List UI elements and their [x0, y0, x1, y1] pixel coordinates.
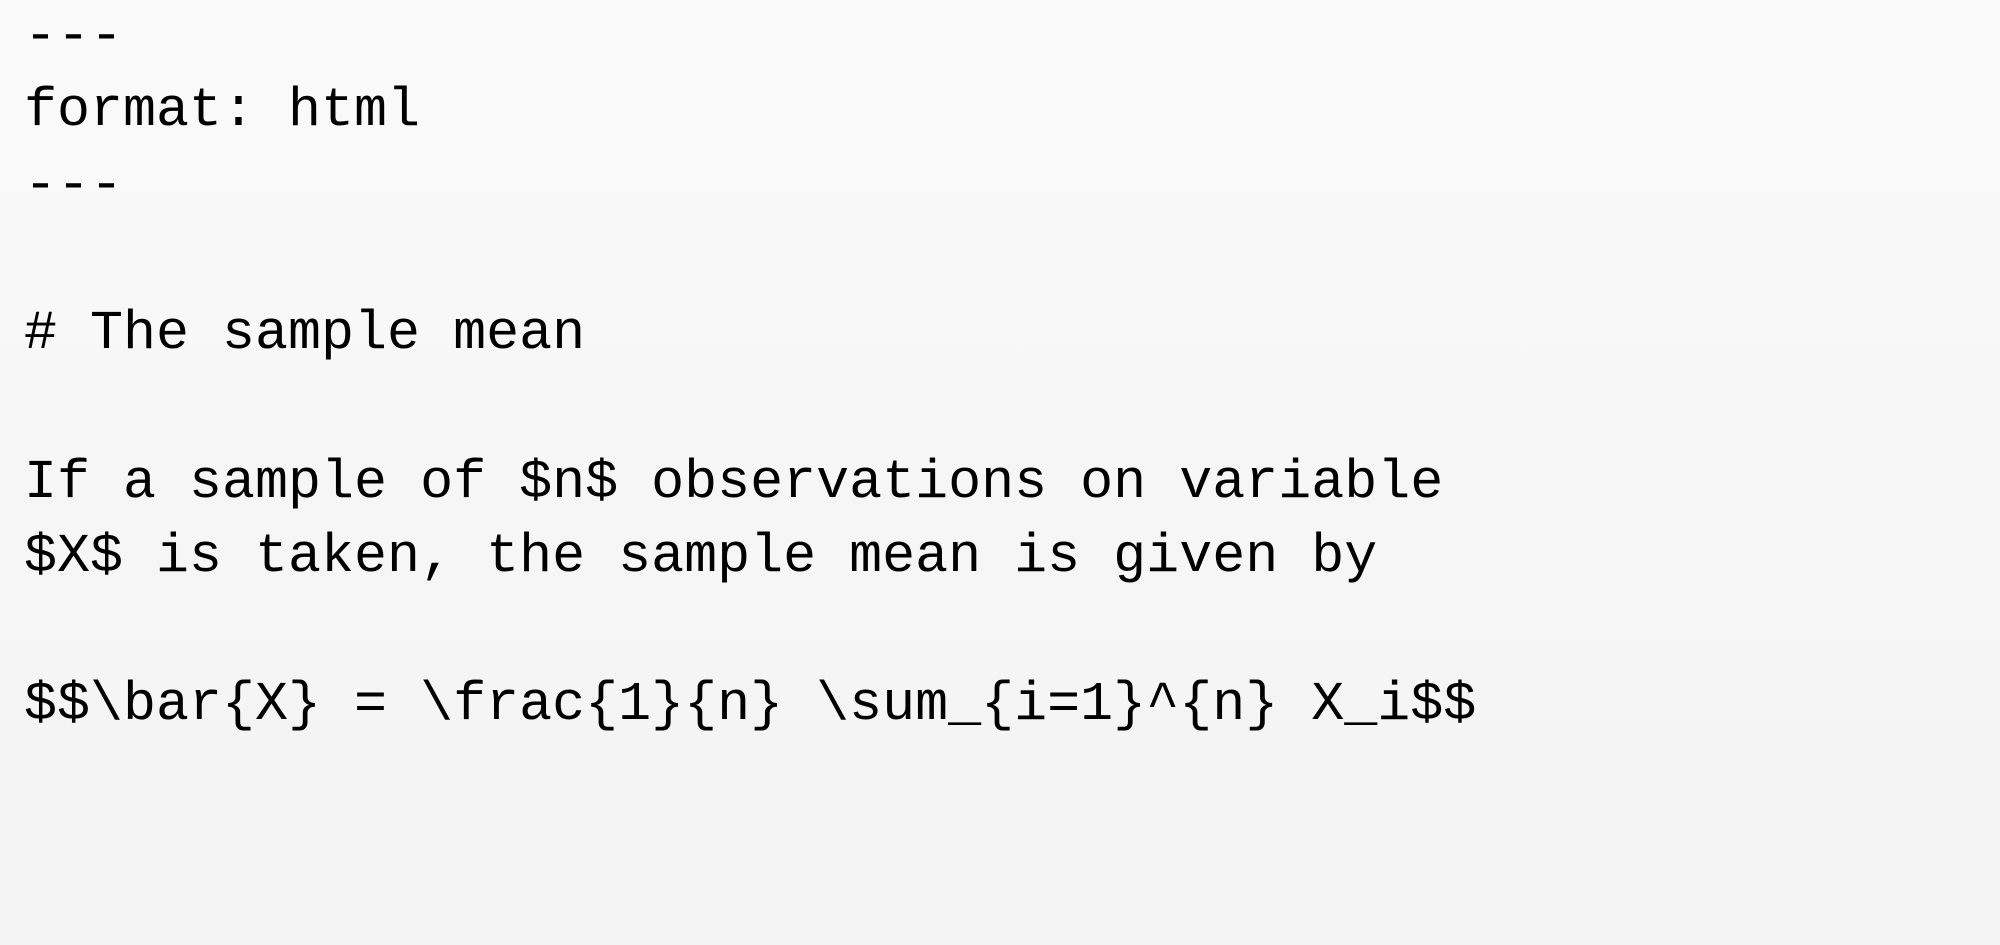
- frontmatter-delimiter-close: ---: [24, 149, 1976, 223]
- frontmatter-delimiter-open: ---: [24, 0, 1976, 74]
- frontmatter-format: format: html: [24, 74, 1976, 148]
- blank-line: [24, 223, 1976, 297]
- blank-line: [24, 594, 1976, 668]
- heading-line: # The sample mean: [24, 297, 1976, 371]
- math-display-line: $$\bar{X} = \frac{1}{n} \sum_{i=1}^{n} X…: [24, 668, 1976, 742]
- code-document: --- format: html --- # The sample mean I…: [24, 0, 1976, 743]
- blank-line: [24, 371, 1976, 445]
- paragraph-line-2: $X$ is taken, the sample mean is given b…: [24, 520, 1976, 594]
- paragraph-line-1: If a sample of $n$ observations on varia…: [24, 446, 1976, 520]
